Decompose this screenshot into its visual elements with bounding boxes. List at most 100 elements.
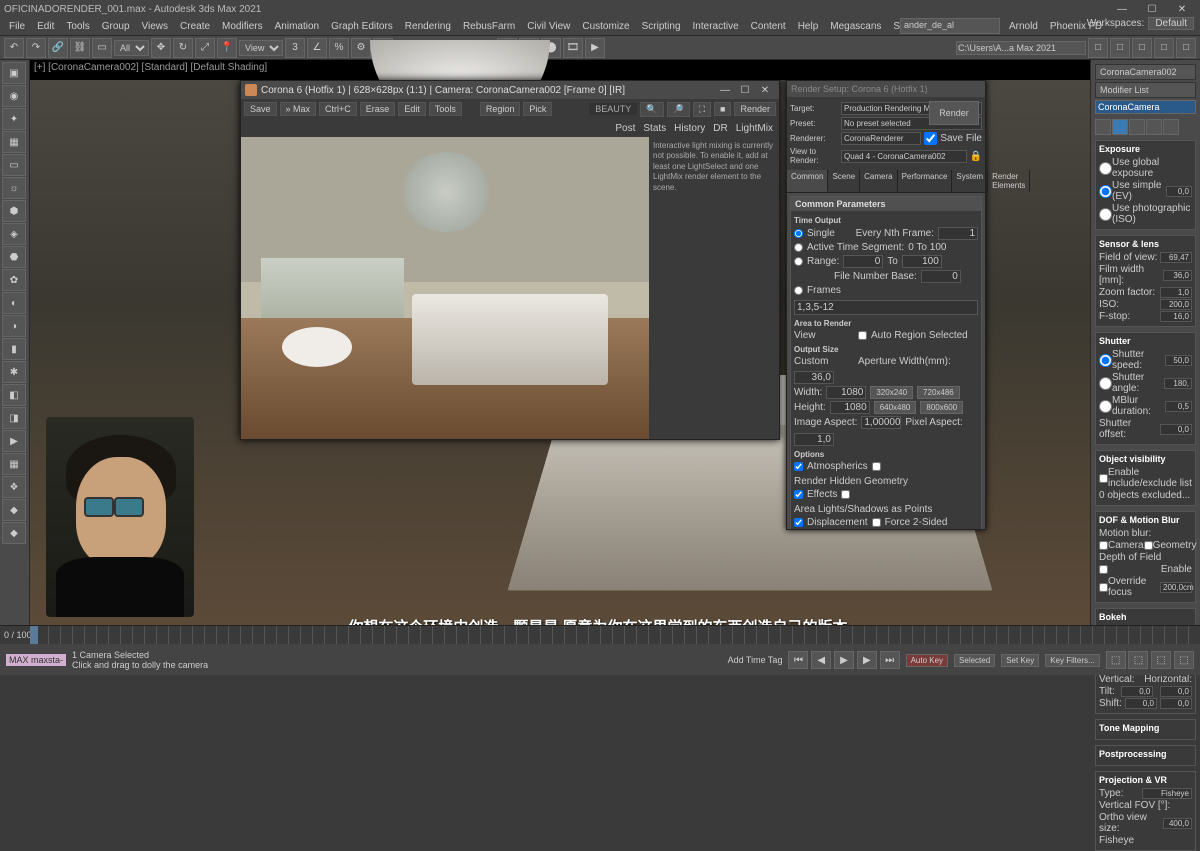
rollout-header[interactable]: Object visibility <box>1099 454 1192 464</box>
height-spinner[interactable]: 1080 <box>830 401 870 414</box>
to-max-button[interactable]: » Max <box>280 102 317 116</box>
render-button[interactable]: Render <box>929 101 979 125</box>
preset-320-button[interactable]: 320x240 <box>870 386 913 399</box>
frames-input[interactable] <box>794 300 978 315</box>
force-2sided-check[interactable] <box>872 518 881 527</box>
stop-button[interactable]: ■ <box>714 102 731 116</box>
fnb-spinner[interactable]: 0 <box>921 270 961 283</box>
user-account[interactable]: ander_de_al <box>900 18 1000 34</box>
tool-icon[interactable]: ⬢ <box>2 200 26 222</box>
place-icon[interactable]: 📍 <box>217 38 237 58</box>
render-frame-icon[interactable]: ▶ <box>585 38 605 58</box>
minimize-button[interactable]: — <box>1108 1 1136 17</box>
maximize-button[interactable]: ☐ <box>1138 1 1166 17</box>
link-icon[interactable]: 🔗 <box>48 38 68 58</box>
use-photo-radio[interactable] <box>1099 208 1112 221</box>
nav-icon[interactable]: ⬚ <box>1128 651 1148 669</box>
menu-item[interactable]: Customize <box>577 21 634 32</box>
corona-tab[interactable]: DR <box>713 123 727 134</box>
menu-item[interactable]: Help <box>793 21 824 32</box>
select-icon[interactable]: ▭ <box>92 38 112 58</box>
mb-geo-check[interactable] <box>1144 541 1153 550</box>
selected-button[interactable]: Selected <box>954 654 995 667</box>
single-radio[interactable] <box>794 229 803 238</box>
modifier-list[interactable]: Modifier List <box>1095 82 1196 98</box>
tool-icon[interactable]: ◐ <box>2 292 26 314</box>
tool-icon[interactable]: ❖ <box>2 476 26 498</box>
output-size-select[interactable]: Custom <box>794 356 854 367</box>
renderer-select[interactable]: CoronaRenderer <box>841 132 921 145</box>
tool-icon[interactable]: ◉ <box>2 85 26 107</box>
menu-item[interactable]: Interactive <box>688 21 744 32</box>
atmospherics-check[interactable] <box>794 462 803 471</box>
menu-item[interactable]: Create <box>175 21 215 32</box>
tool-icon[interactable]: ✦ <box>2 108 26 130</box>
save-file-check[interactable] <box>924 132 937 145</box>
key-filters-button[interactable]: Key Filters... <box>1045 654 1099 667</box>
save-button[interactable]: Save <box>244 102 277 116</box>
tool-icon[interactable]: ⬣ <box>2 246 26 268</box>
redo-icon[interactable]: ↷ <box>26 38 46 58</box>
menu-item[interactable]: Group <box>97 21 135 32</box>
play-icon[interactable]: ▶ <box>834 651 854 669</box>
edit-button[interactable]: Edit <box>398 102 426 116</box>
tab-scene[interactable]: Scene <box>828 170 860 192</box>
lock-icon[interactable]: 🔒 <box>970 151 982 162</box>
tool-icon[interactable]: ◈ <box>2 223 26 245</box>
area-select[interactable]: View <box>794 330 854 341</box>
pin-icon[interactable] <box>1095 119 1111 135</box>
tool-icon[interactable]: ◆ <box>2 522 26 544</box>
goto-start-icon[interactable]: ⏮ <box>788 651 808 669</box>
scale-icon[interactable]: ⤢ <box>195 38 215 58</box>
use-simple-radio[interactable] <box>1099 185 1112 198</box>
render-view[interactable] <box>241 137 649 439</box>
tool-icon[interactable]: ▮ <box>2 338 26 360</box>
enable-inc-excl-check[interactable] <box>1099 474 1108 483</box>
selection-filter[interactable]: All <box>114 40 149 56</box>
menu-item[interactable]: Tools <box>61 21 94 32</box>
tool-icon[interactable]: □ <box>1154 38 1174 58</box>
range-from-spinner[interactable]: 0 <box>843 255 883 268</box>
maxscript-prompt[interactable]: MAX maxsta- <box>6 654 66 666</box>
corona-tab[interactable]: History <box>674 123 705 134</box>
effects-check[interactable] <box>794 490 803 499</box>
region-button[interactable]: Region <box>480 102 521 116</box>
tab-icon[interactable] <box>1146 119 1162 135</box>
menu-item[interactable]: Modifiers <box>217 21 268 32</box>
menu-item[interactable]: Views <box>137 21 174 32</box>
tool-icon[interactable]: ☼ <box>2 177 26 199</box>
mb-camera-check[interactable] <box>1099 541 1108 550</box>
tab-common[interactable]: Common <box>787 170 828 192</box>
tool-icon[interactable]: ✿ <box>2 269 26 291</box>
unlink-icon[interactable]: ⛓ <box>70 38 90 58</box>
tool-icon[interactable]: ◆ <box>2 499 26 521</box>
rollout-header[interactable]: Tone Mapping <box>1099 723 1192 733</box>
rollout-header[interactable]: Postprocessing <box>1099 749 1192 759</box>
auto-key-button[interactable]: Auto Key <box>906 654 948 667</box>
render-setup-window[interactable]: Render Setup: Corona 6 (Hotfix 1) Target… <box>786 80 986 530</box>
nav-icon[interactable]: ⬚ <box>1174 651 1194 669</box>
play-icon[interactable]: ▶ <box>2 430 26 452</box>
tool-icon[interactable]: ▣ <box>2 62 26 84</box>
viewport-label[interactable]: [+] [CoronaCamera002] [Standard] [Defaul… <box>34 62 267 73</box>
prev-frame-icon[interactable]: ◀ <box>811 651 831 669</box>
active-radio[interactable] <box>794 243 803 252</box>
render-setup-icon[interactable]: 🎞 <box>563 38 583 58</box>
nav-icon[interactable]: ⬚ <box>1106 651 1126 669</box>
tab-system[interactable]: System <box>952 170 988 192</box>
tool-icon[interactable]: □ <box>1176 38 1196 58</box>
rollout-header[interactable]: Shutter <box>1099 336 1192 346</box>
preset-640-button[interactable]: 640x480 <box>874 401 917 414</box>
corona-tab[interactable]: Post <box>615 123 635 134</box>
rollout-header[interactable]: Exposure <box>1099 144 1192 154</box>
copy-button[interactable]: Ctrl+C <box>319 102 357 116</box>
tool-icon[interactable]: □ <box>1110 38 1130 58</box>
preset-800-button[interactable]: 800x600 <box>920 401 963 414</box>
rotate-icon[interactable]: ↻ <box>173 38 193 58</box>
fit-icon[interactable]: ⛶ <box>693 102 711 117</box>
rollout-header[interactable]: Bokeh <box>1099 612 1192 622</box>
mblur-radio[interactable] <box>1099 400 1112 413</box>
maximize-icon[interactable]: ☐ <box>735 85 755 96</box>
time-tag[interactable]: Add Time Tag <box>728 655 783 665</box>
workspace-selector[interactable]: Workspaces:Default <box>1087 18 1194 29</box>
